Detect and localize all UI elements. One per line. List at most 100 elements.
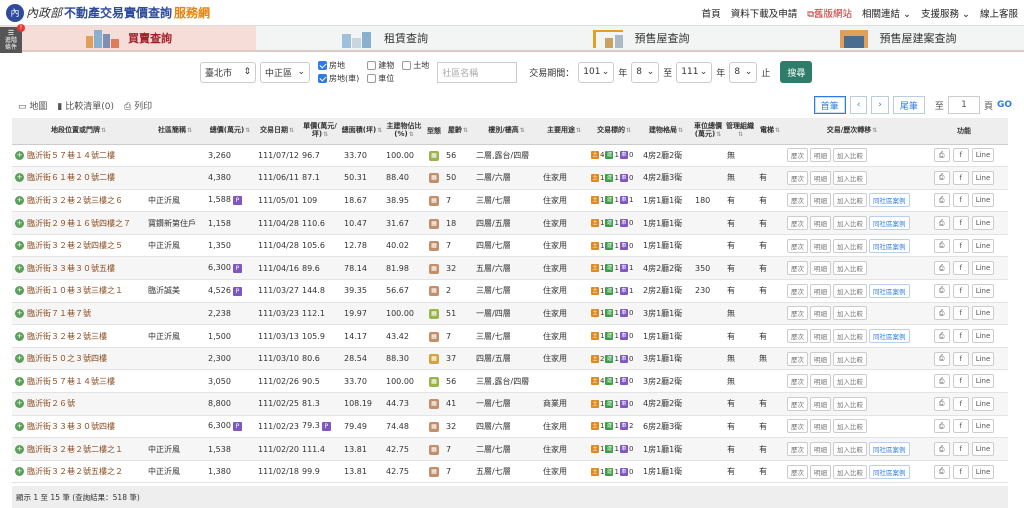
line-share-button[interactable]: Line <box>971 148 995 163</box>
column-header[interactable]: 交易日期⇅ <box>255 118 299 145</box>
add-compare-button[interactable]: 加入比較 <box>833 329 867 344</box>
same-community-button[interactable]: 同社區案例 <box>869 442 910 457</box>
expand-plus-icon[interactable]: + <box>15 354 24 364</box>
tab-sale[interactable]: 買賣查詢 <box>0 26 256 50</box>
facebook-share-button[interactable]: f <box>952 283 969 298</box>
nav-home[interactable]: 首頁 <box>702 6 721 20</box>
expand-plus-icon[interactable]: + <box>15 467 24 477</box>
column-header[interactable]: 管理組織⇅ <box>724 118 756 145</box>
sort-icon[interactable]: ⇅ <box>738 131 743 138</box>
history-button[interactable]: 歷次 <box>787 464 808 479</box>
go-button[interactable]: GO <box>997 100 1012 110</box>
same-community-button[interactable]: 同社區案例 <box>869 464 910 479</box>
print-row-button[interactable]: ⎙ <box>933 442 950 457</box>
column-header[interactable]: 建物格局⇅ <box>640 118 692 145</box>
facebook-share-button[interactable]: f <box>952 261 969 276</box>
column-header[interactable]: 功能 <box>920 118 1008 145</box>
expand-plus-icon[interactable]: + <box>15 308 24 318</box>
expand-plus-icon[interactable]: + <box>15 331 24 341</box>
tab-presale[interactable]: 預售屋查詢 <box>512 26 768 50</box>
detail-button[interactable]: 明細 <box>810 283 831 298</box>
same-community-button[interactable]: 同社區案例 <box>869 329 910 344</box>
detail-button[interactable]: 明細 <box>810 419 831 434</box>
detail-button[interactable]: 明細 <box>810 238 831 253</box>
print-row-button[interactable]: ⎙ <box>933 283 950 298</box>
line-share-button[interactable]: Line <box>971 193 995 208</box>
expand-plus-icon[interactable]: + <box>15 263 24 273</box>
end-year-select[interactable]: 111 ⌄ <box>676 61 713 83</box>
check-land-house[interactable]: 房地 <box>318 60 359 71</box>
district-select[interactable]: 中正區 ⌄ <box>260 61 310 83</box>
prev-page-button[interactable]: ‹ <box>849 96 868 114</box>
sort-icon[interactable]: ⇅ <box>463 127 468 134</box>
column-header[interactable]: 主要用途⇅ <box>540 118 588 145</box>
search-button[interactable]: 搜尋 <box>780 61 813 83</box>
sort-icon[interactable]: ⇅ <box>520 127 525 134</box>
history-button[interactable]: 歷次 <box>787 170 808 185</box>
column-header[interactable]: 單價(萬元/坪)⇅ <box>299 118 341 145</box>
detail-button[interactable]: 明細 <box>810 374 831 389</box>
page-input[interactable]: 1 <box>947 96 980 114</box>
sort-icon[interactable]: ⇅ <box>377 127 382 134</box>
check-land-house-parking[interactable]: 房地(車) <box>318 73 359 84</box>
detail-button[interactable]: 明細 <box>810 170 831 185</box>
line-share-button[interactable]: Line <box>971 419 995 434</box>
facebook-share-button[interactable]: f <box>952 419 969 434</box>
facebook-share-button[interactable]: f <box>952 238 969 253</box>
map-button[interactable]: ▭ 地圖 <box>18 99 47 112</box>
facebook-share-button[interactable]: f <box>952 193 969 208</box>
history-button[interactable]: 歷次 <box>787 442 808 457</box>
detail-button[interactable]: 明細 <box>810 442 831 457</box>
compare-list-button[interactable]: ▮ 比較清單(0) <box>57 99 114 112</box>
expand-plus-icon[interactable]: + <box>15 444 24 454</box>
expand-plus-icon[interactable]: + <box>15 173 24 183</box>
print-row-button[interactable]: ⎙ <box>933 329 950 344</box>
sort-icon[interactable]: ⇅ <box>245 127 250 134</box>
print-row-button[interactable]: ⎙ <box>933 148 950 163</box>
column-header[interactable]: 地段位置或門牌⇅ <box>12 118 145 145</box>
line-share-button[interactable]: Line <box>971 216 995 231</box>
nav-online-service[interactable]: 線上客服 <box>980 6 1018 20</box>
print-row-button[interactable]: ⎙ <box>933 464 950 479</box>
detail-button[interactable]: 明細 <box>810 216 831 231</box>
add-compare-button[interactable]: 加入比較 <box>833 261 867 276</box>
add-compare-button[interactable]: 加入比較 <box>833 193 867 208</box>
history-button[interactable]: 歷次 <box>787 261 808 276</box>
expand-plus-icon[interactable]: + <box>15 376 24 386</box>
check-parking[interactable]: 車位 <box>367 73 394 84</box>
sort-icon[interactable]: ⇅ <box>626 127 631 134</box>
detail-button[interactable]: 明細 <box>810 306 831 321</box>
print-button[interactable]: ⎙ 列印 <box>124 99 152 112</box>
add-compare-button[interactable]: 加入比較 <box>833 148 867 163</box>
detail-button[interactable]: 明細 <box>810 261 831 276</box>
nav-old-site[interactable]: ⧉舊版網站 <box>807 6 852 20</box>
same-community-button[interactable]: 同社區案例 <box>869 238 910 253</box>
history-button[interactable]: 歷次 <box>787 148 808 163</box>
facebook-share-button[interactable]: f <box>952 216 969 231</box>
history-button[interactable]: 歷次 <box>787 329 808 344</box>
add-compare-button[interactable]: 加入比較 <box>833 283 867 298</box>
column-header[interactable]: 總價(萬元)⇅ <box>205 118 255 145</box>
sort-icon[interactable]: ⇅ <box>289 127 294 134</box>
add-compare-button[interactable]: 加入比較 <box>833 238 867 253</box>
column-header[interactable]: 電梯⇅ <box>756 118 784 145</box>
print-row-button[interactable]: ⎙ <box>933 351 950 366</box>
address-link[interactable]: + 臨沂街３２巷２號四樓之５ <box>15 240 142 251</box>
address-link[interactable]: + 臨沂街６１巷２０號二樓 <box>15 172 142 183</box>
sort-icon[interactable]: ⇅ <box>872 127 877 134</box>
address-link[interactable]: + 臨沂街３２巷２號三樓之６ <box>15 195 142 206</box>
nav-download[interactable]: 資料下載及申請 <box>731 6 798 20</box>
column-header[interactable]: 交易/歷次轉移⇅ <box>784 118 920 145</box>
address-link[interactable]: + 臨沂街５０之３號四樓 <box>15 353 142 364</box>
address-link[interactable]: + 臨沂街１０巷３號三樓之１ <box>15 285 142 296</box>
column-header[interactable]: 社區簡稱⇅ <box>145 118 205 145</box>
expand-plus-icon[interactable]: + <box>15 241 24 251</box>
print-row-button[interactable]: ⎙ <box>933 261 950 276</box>
line-share-button[interactable]: Line <box>971 329 995 344</box>
line-share-button[interactable]: Line <box>971 464 995 479</box>
facebook-share-button[interactable]: f <box>952 148 969 163</box>
history-button[interactable]: 歷次 <box>787 216 808 231</box>
sort-icon[interactable]: ⇅ <box>101 127 106 134</box>
print-row-button[interactable]: ⎙ <box>933 238 950 253</box>
print-row-button[interactable]: ⎙ <box>933 306 950 321</box>
